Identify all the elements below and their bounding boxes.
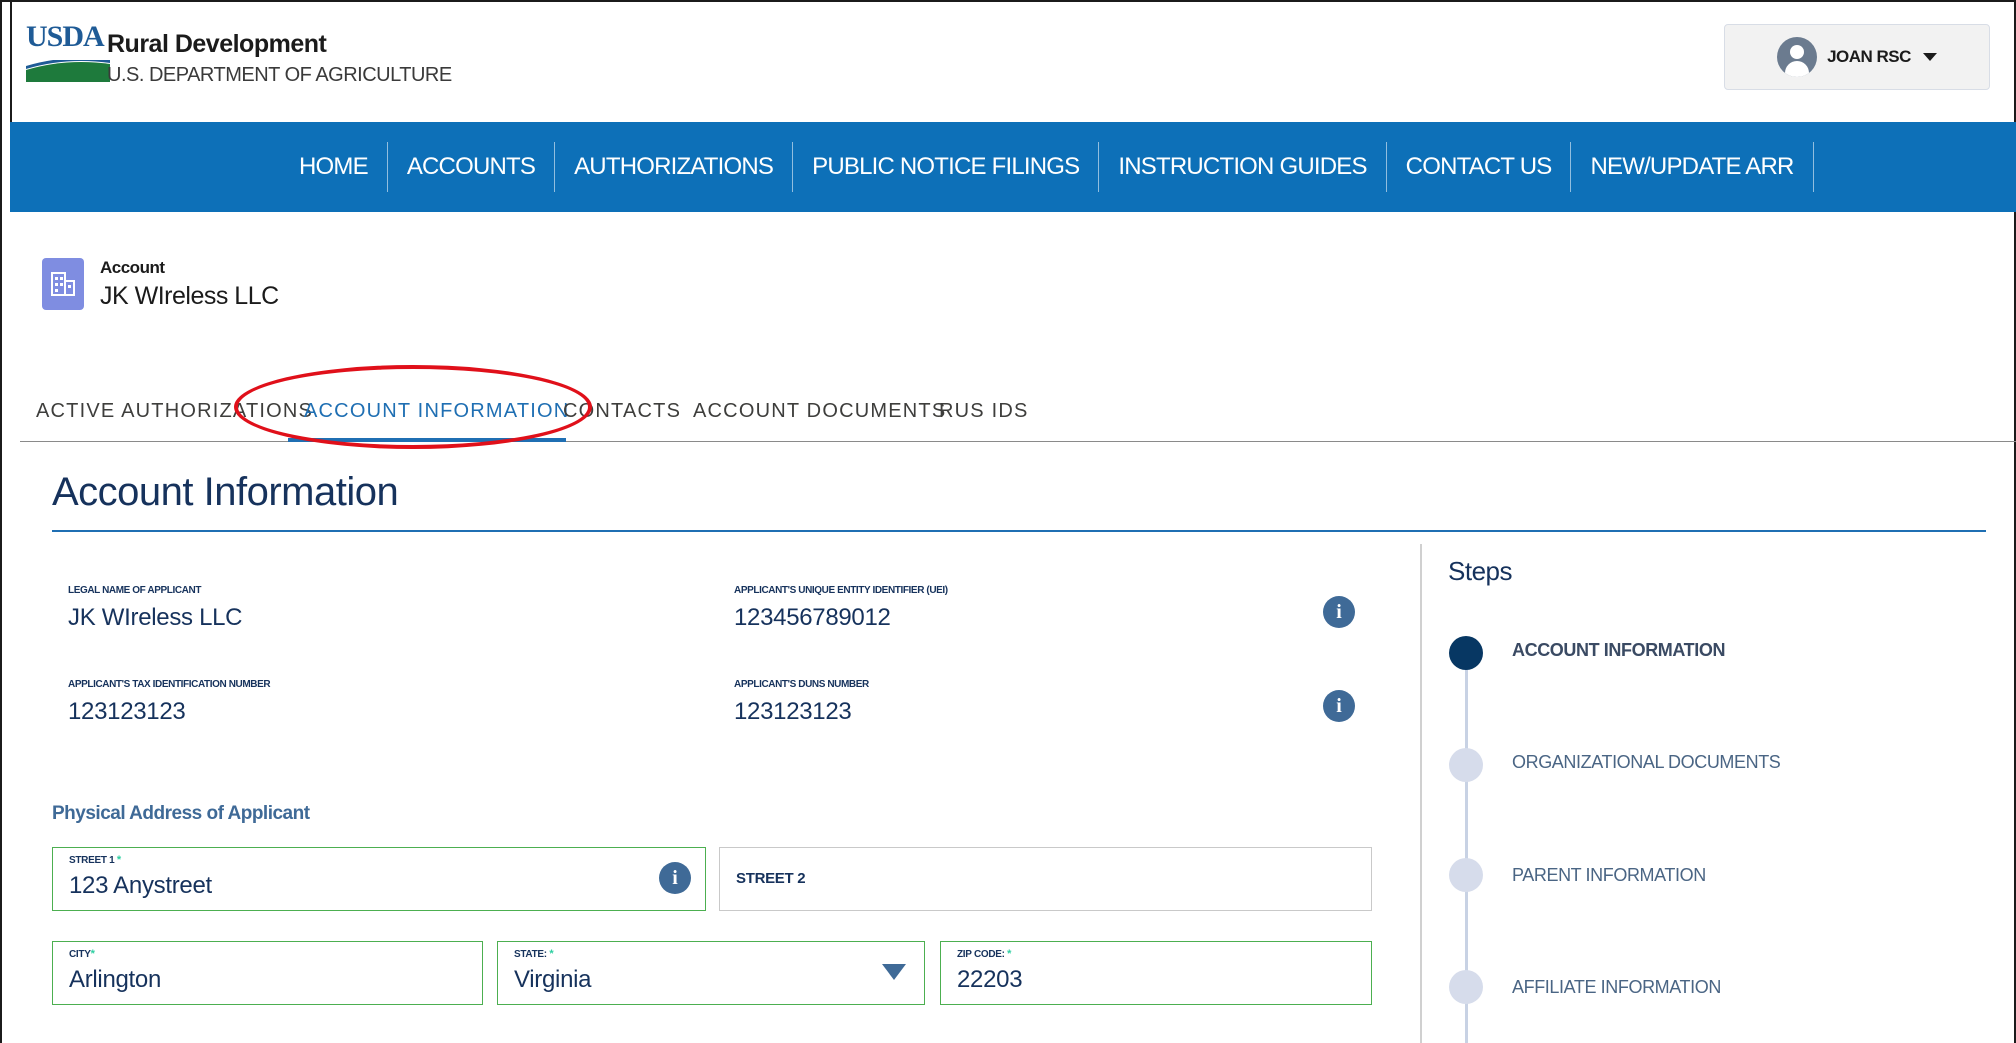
step-indicator [1449,748,1483,782]
agency-subtitle: U.S. DEPARTMENT OF AGRICULTURE [107,64,452,86]
user-name: JOAN RSC [1827,47,1911,66]
step-organizational-documents[interactable]: ORGANIZATIONAL DOCUMENTS [1512,752,1781,773]
required-star: * [116,854,121,866]
duns-info-icon[interactable]: i [1323,690,1355,722]
zip-value: 22203 [957,966,1023,993]
user-menu-button[interactable]: JOAN RSC [1724,24,1990,90]
usda-swoosh-icon [26,60,110,82]
state-select[interactable]: STATE: * Virginia [497,941,925,1005]
tab-account-documents[interactable]: ACCOUNT DOCUMENTS [693,400,946,423]
caret-down-icon [1922,53,1937,61]
city-label: CITY* [69,948,95,960]
legal-name-label: LEGAL NAME OF APPLICANT [68,585,202,596]
street1-info-icon[interactable]: i [659,862,691,894]
nav-contact-us[interactable]: CONTACT US [1387,142,1572,192]
account-name: JK WIreless LLC [100,282,279,310]
duns-value: 123123123 [734,698,852,725]
caret-down-icon [882,964,906,980]
nav-instruction-guides[interactable]: INSTRUCTION GUIDES [1099,142,1387,192]
required-star: * [549,948,554,960]
city-label-text: CITY [69,949,91,960]
nav-new-update-arr[interactable]: NEW/UPDATE ARR [1571,142,1814,192]
step-indicator-current [1449,636,1483,670]
nav-authorizations[interactable]: AUTHORIZATIONS [555,142,794,192]
physical-address-heading: Physical Address of Applicant [52,803,310,824]
city-field[interactable]: CITY* Arlington [52,941,483,1005]
site-header: USDA Rural Development U.S. DEPARTMENT O… [10,2,2014,122]
step-parent-information[interactable]: PARENT INFORMATION [1512,865,1706,886]
street2-field[interactable]: STREET 2 [719,847,1372,911]
building-glyph [51,272,75,296]
zip-field[interactable]: ZIP CODE: * 22203 [940,941,1372,1005]
duns-label: APPLICANT'S DUNS NUMBER [734,679,869,690]
zip-label-text: ZIP CODE: [957,949,1005,960]
step-indicator [1449,970,1483,1004]
steps-title: Steps [1448,556,1513,586]
user-avatar-icon [1777,37,1818,77]
steps-panel-divider [1420,544,1422,1043]
required-star: * [90,948,95,960]
nav-accounts[interactable]: ACCOUNTS [388,142,556,192]
tab-rus-ids[interactable]: RUS IDS [939,400,1029,423]
state-label-text: STATE: [514,949,547,960]
agency-title: Rural Development [107,30,327,58]
uei-value: 123456789012 [734,604,891,631]
usda-logo[interactable]: USDA [26,22,110,86]
zip-label: ZIP CODE: * [957,948,1011,960]
step-affiliate-information[interactable]: AFFILIATE INFORMATION [1512,977,1721,998]
usda-logo-text: USDA [26,20,105,53]
building-icon [42,258,84,310]
city-value: Arlington [69,966,162,993]
uei-label: APPLICANT'S UNIQUE ENTITY IDENTIFIER (UE… [734,585,948,596]
street1-value: 123 Anystreet [69,872,212,899]
street1-label: STREET 1 * [69,854,121,866]
step-account-information[interactable]: ACCOUNT INFORMATION [1512,640,1725,661]
uei-info-icon[interactable]: i [1323,596,1355,628]
required-star: * [1007,948,1012,960]
nav-public-notice-filings[interactable]: PUBLIC NOTICE FILINGS [793,142,1100,192]
record-type-label: Account [100,258,165,277]
section-title: Account Information [52,470,399,514]
state-value: Virginia [514,966,592,993]
street1-field[interactable]: STREET 1 * 123 Anystreet i [52,847,706,911]
section-divider [52,530,1986,532]
state-label: STATE: * [514,948,554,960]
tin-value: 123123123 [68,698,186,725]
step-indicator [1449,858,1483,892]
legal-name-value: JK WIreless LLC [68,604,243,631]
street1-label-text: STREET 1 [69,855,115,866]
nav-home[interactable]: HOME [280,142,388,192]
street2-placeholder: STREET 2 [736,870,806,887]
main-nav: HOME ACCOUNTS AUTHORIZATIONS PUBLIC NOTI… [10,122,2016,212]
annotation-highlight-ellipse [234,365,592,449]
tin-label: APPLICANT'S TAX IDENTIFICATION NUMBER [68,679,271,690]
